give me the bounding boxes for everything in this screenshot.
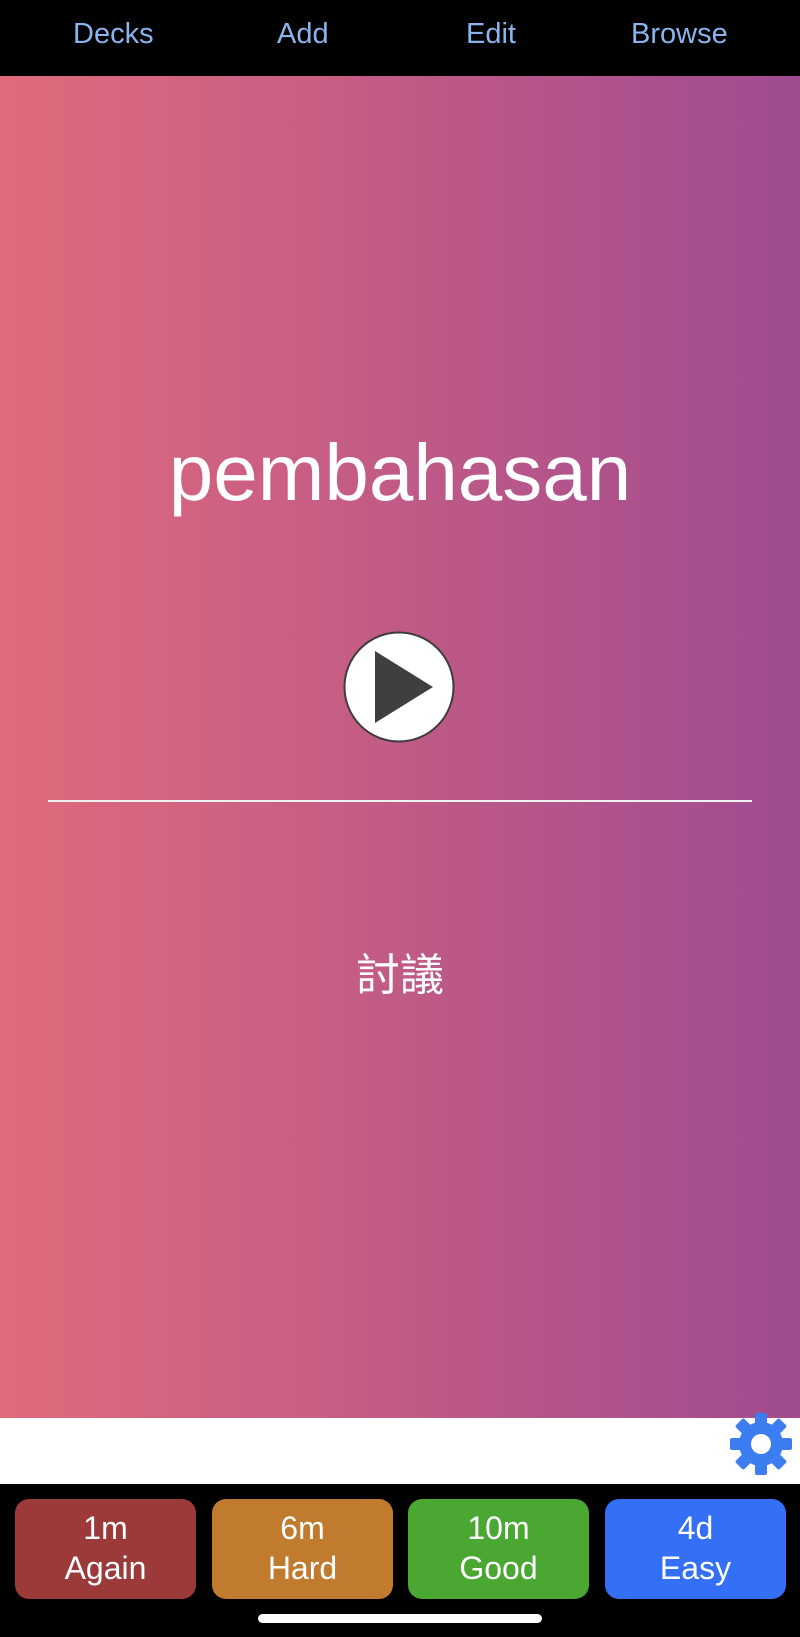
easy-button[interactable]: 4d Easy — [605, 1499, 786, 1599]
nav-edit[interactable]: Edit — [466, 14, 516, 54]
hard-button[interactable]: 6m Hard — [212, 1499, 393, 1599]
nav-browse[interactable]: Browse — [631, 14, 728, 54]
card-divider — [48, 800, 752, 802]
gear-icon — [730, 1413, 792, 1475]
settings-button[interactable] — [728, 1411, 794, 1477]
home-indicator[interactable] — [258, 1614, 542, 1623]
good-label: Good — [459, 1550, 538, 1586]
flashcard: pembahasan 討議 — [0, 76, 800, 1418]
good-interval: 10m — [467, 1510, 530, 1546]
again-button[interactable]: 1m Again — [15, 1499, 196, 1599]
easy-interval: 4d — [677, 1510, 714, 1546]
card-front-word: pembahasan — [168, 428, 632, 517]
again-interval: 1m — [83, 1510, 128, 1546]
nav-add[interactable]: Add — [277, 14, 329, 54]
nav-decks[interactable]: Decks — [73, 14, 154, 54]
hard-interval: 6m — [280, 1510, 325, 1546]
again-label: Again — [64, 1550, 147, 1586]
top-navigation-bar: Decks Add Edit Browse — [0, 0, 800, 76]
answer-buttons-bar: 1m Again 6m Hard 10m Good 4d Easy — [0, 1484, 800, 1637]
card-back-word: 討議 — [356, 950, 444, 1001]
easy-label: Easy — [659, 1550, 732, 1586]
good-button[interactable]: 10m Good — [408, 1499, 589, 1599]
play-audio-button[interactable] — [343, 631, 455, 743]
hard-label: Hard — [267, 1550, 338, 1586]
toolbar-strip — [0, 1418, 800, 1484]
play-icon — [343, 631, 455, 743]
